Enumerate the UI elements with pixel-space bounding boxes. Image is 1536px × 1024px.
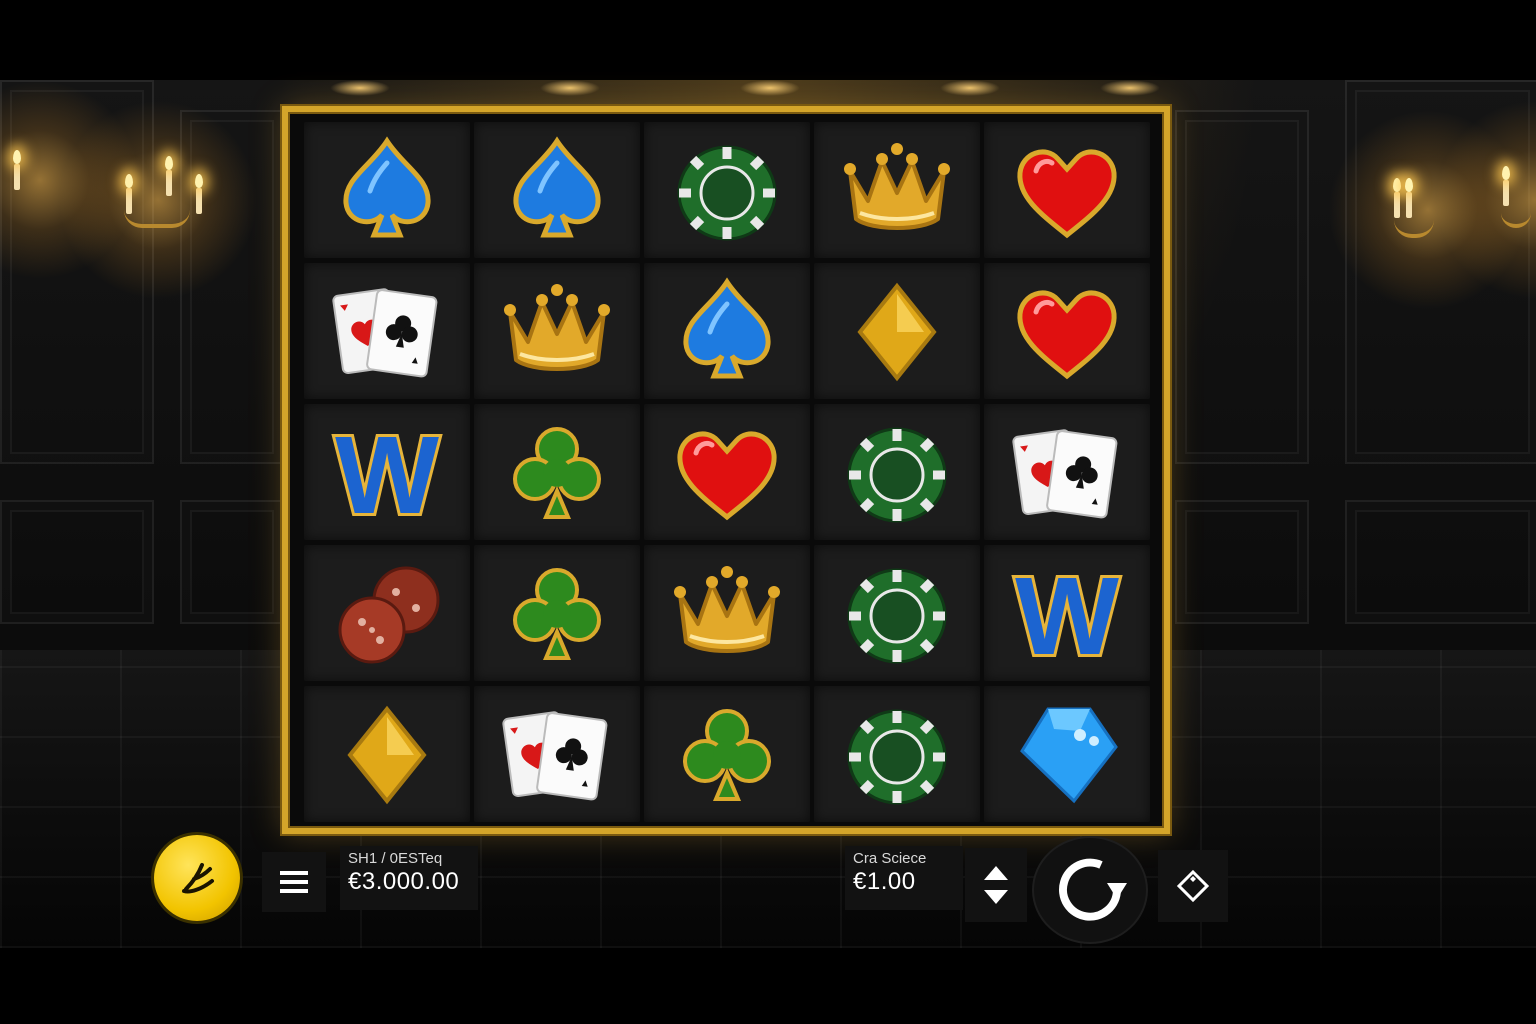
up-down-arrows-icon xyxy=(984,866,1008,904)
wall-panel xyxy=(180,500,284,624)
wall-panel xyxy=(1175,500,1309,624)
reel-cell xyxy=(814,122,980,258)
ceiling-light xyxy=(740,80,800,96)
green-chip-symbol-icon xyxy=(847,427,947,523)
gold-diamond-symbol-icon xyxy=(857,282,937,382)
reel-cell xyxy=(814,263,980,399)
menu-button[interactable] xyxy=(262,852,326,912)
wall-sconce xyxy=(0,80,140,280)
ceiling-light xyxy=(940,80,1000,96)
reel-cell xyxy=(304,545,470,681)
gold-crown-symbol-icon xyxy=(504,284,610,371)
red-heart-symbol-icon xyxy=(1017,149,1117,239)
gold-crown-symbol-icon xyxy=(674,566,780,653)
playing-cards-symbol-icon xyxy=(332,288,438,378)
reel-cell xyxy=(474,122,640,258)
wild-w-symbol-icon: W xyxy=(332,413,442,531)
reel-cell xyxy=(984,686,1150,822)
reel-cell xyxy=(984,122,1150,258)
svg-text:W: W xyxy=(1015,555,1119,672)
ceiling-light xyxy=(1100,80,1160,96)
reel-cell xyxy=(304,263,470,399)
green-club-symbol-icon xyxy=(513,427,601,519)
dice-symbol-icon xyxy=(338,566,440,664)
reel-cell xyxy=(984,404,1150,540)
letterbox-bottom xyxy=(0,948,1536,1024)
reel-cell xyxy=(304,686,470,822)
reel-cell xyxy=(644,686,810,822)
bet-panel: Cra Sciece €1.00 xyxy=(845,846,963,910)
reel-cell xyxy=(814,686,980,822)
green-club-symbol-icon xyxy=(513,568,601,660)
green-club-symbol-icon xyxy=(683,709,771,801)
wall-sconce xyxy=(1435,100,1536,300)
reel-cell xyxy=(644,545,810,681)
bet-label: Cra Sciece xyxy=(853,850,927,867)
blue-spade-symbol-icon xyxy=(513,136,601,238)
reel-cell: W xyxy=(304,404,470,540)
balance-panel: SH1 / 0ESTeq €3.000.00 xyxy=(340,846,478,910)
svg-text:W: W xyxy=(335,414,439,531)
provider-logo-icon xyxy=(182,863,214,894)
blue-spade-symbol-icon xyxy=(683,277,771,379)
balance-label: SH1 / 0ESTeq xyxy=(348,850,443,867)
bet-value: €1.00 xyxy=(853,868,916,895)
wall-panel xyxy=(1345,500,1536,624)
letterbox-top xyxy=(0,0,1536,80)
reel-cell: W xyxy=(984,545,1150,681)
red-heart-symbol-icon xyxy=(1017,290,1117,380)
reel-cell xyxy=(644,263,810,399)
wild-w-symbol-icon: W xyxy=(1012,554,1122,672)
reel-cell xyxy=(644,122,810,258)
hamburger-menu-icon xyxy=(280,871,308,893)
ceiling-light xyxy=(330,80,390,96)
green-chip-symbol-icon xyxy=(677,145,777,241)
reel-cell xyxy=(474,686,640,822)
wall-panel xyxy=(1175,110,1309,464)
reel-cell xyxy=(474,263,640,399)
red-heart-symbol-icon xyxy=(677,431,777,521)
green-chip-symbol-icon xyxy=(847,568,947,664)
balance-value: €3.000.00 xyxy=(348,868,460,895)
spin-arrow-icon xyxy=(1059,858,1127,921)
autoplay-diamond-icon xyxy=(1176,869,1210,903)
reel-cell xyxy=(304,122,470,258)
spin-button[interactable] xyxy=(1034,838,1146,942)
blue-gem-symbol-icon xyxy=(1020,707,1118,804)
playing-cards-symbol-icon xyxy=(502,711,608,801)
bet-decrease-button[interactable] xyxy=(984,890,1008,904)
bet-adjust-control xyxy=(965,848,1027,922)
ceiling-light xyxy=(540,80,600,96)
wall-panel xyxy=(0,500,154,624)
reel-frame: WW xyxy=(282,106,1170,834)
reel-cell xyxy=(814,545,980,681)
reel-cell xyxy=(644,404,810,540)
green-chip-symbol-icon xyxy=(847,709,947,805)
reel-cell xyxy=(474,404,640,540)
reel-cell xyxy=(984,263,1150,399)
gold-crown-symbol-icon xyxy=(844,143,950,230)
autoplay-button[interactable] xyxy=(1158,850,1228,922)
gold-diamond-symbol-icon xyxy=(347,705,427,805)
bet-increase-button[interactable] xyxy=(984,866,1008,880)
reel-cell xyxy=(474,545,640,681)
reel-cell xyxy=(814,404,980,540)
playing-cards-symbol-icon xyxy=(1012,429,1118,519)
provider-logo-button[interactable] xyxy=(154,835,240,921)
blue-spade-symbol-icon xyxy=(343,136,431,238)
